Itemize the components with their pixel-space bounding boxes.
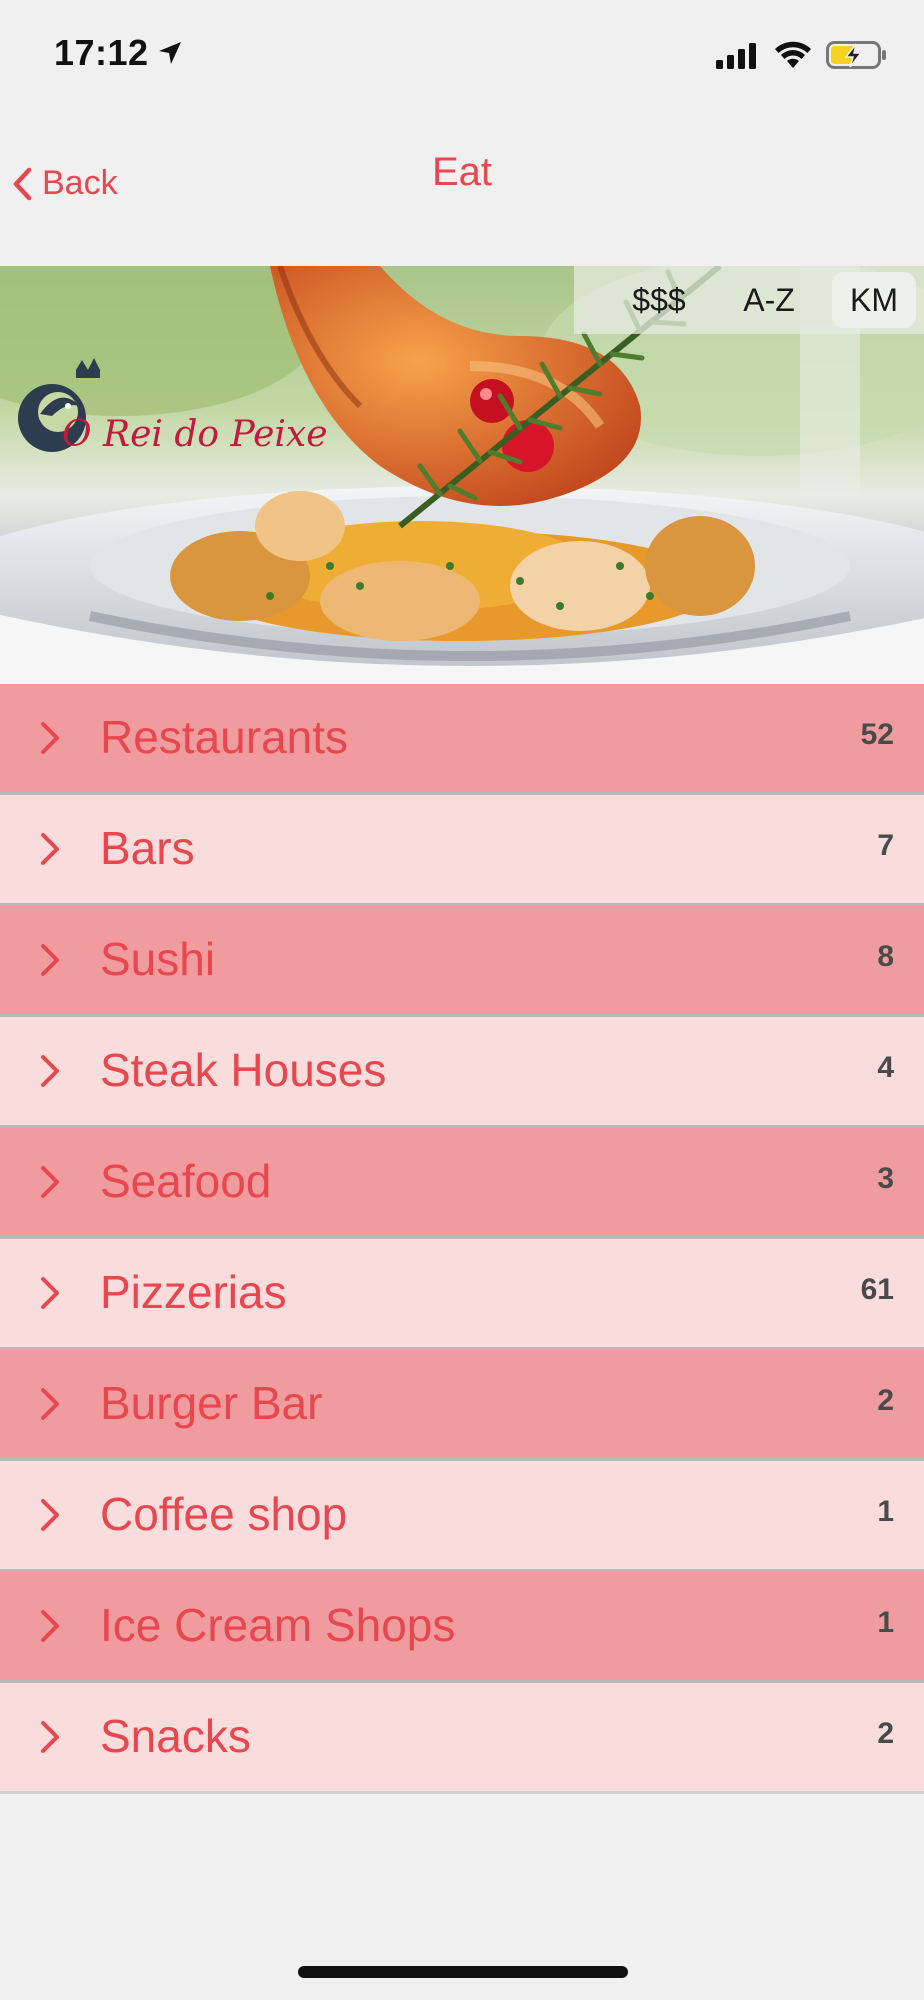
category-label: Burger Bar bbox=[100, 1377, 323, 1429]
location-arrow-icon bbox=[158, 42, 181, 64]
category-label: Seafood bbox=[100, 1155, 272, 1207]
wifi-icon bbox=[775, 41, 811, 68]
page-title: Eat bbox=[431, 150, 493, 194]
category-label: Pizzerias bbox=[100, 1266, 287, 1318]
category-count: 7 bbox=[877, 829, 894, 862]
category-count: 1 bbox=[877, 1495, 894, 1528]
navigation-bar: Back Eat bbox=[0, 110, 924, 266]
home-indicator[interactable] bbox=[298, 1966, 628, 1978]
chevron-right-icon bbox=[41, 1499, 59, 1531]
logo-text: O Rei do Peixe bbox=[62, 414, 328, 455]
category-row-seafood[interactable]: Seafood 3 bbox=[0, 1128, 924, 1239]
category-row-ice-cream-shops[interactable]: Ice Cream Shops 1 bbox=[0, 1572, 924, 1683]
status-icons bbox=[716, 40, 888, 70]
cellular-signal-icon bbox=[716, 43, 756, 69]
category-label: Restaurants bbox=[100, 711, 349, 763]
category-label: Steak Houses bbox=[100, 1044, 387, 1096]
category-row-pizzerias[interactable]: Pizzerias 61 bbox=[0, 1239, 924, 1350]
category-row-sushi[interactable]: Sushi 8 bbox=[0, 906, 924, 1017]
category-row-coffee-shop[interactable]: Coffee shop 1 bbox=[0, 1461, 924, 1572]
status-time: 17:12 bbox=[54, 32, 183, 74]
category-row-bars[interactable]: Bars 7 bbox=[0, 795, 924, 906]
category-count: 3 bbox=[877, 1162, 894, 1195]
category-label: Ice Cream Shops bbox=[100, 1599, 456, 1651]
category-count: 52 bbox=[860, 718, 894, 751]
hero-banner: O Rei do Peixe $$$ A-Z KM bbox=[0, 266, 924, 684]
status-time-text: 17:12 bbox=[54, 32, 149, 73]
chevron-right-icon bbox=[41, 1166, 59, 1198]
sort-distance-button[interactable]: KM bbox=[832, 272, 916, 328]
chevron-right-icon bbox=[41, 1721, 59, 1753]
category-label: Sushi bbox=[100, 933, 216, 985]
category-row-burger-bar[interactable]: Burger Bar 2 bbox=[0, 1350, 924, 1461]
chevron-right-icon bbox=[41, 1388, 59, 1420]
category-count: 1 bbox=[877, 1606, 894, 1639]
category-label: Bars bbox=[100, 822, 195, 874]
category-count: 2 bbox=[877, 1384, 894, 1417]
chevron-right-icon bbox=[41, 1610, 59, 1642]
category-count: 8 bbox=[877, 940, 894, 973]
category-list: Restaurants 52 Bars 7 Sushi 8 Steak Hous… bbox=[0, 684, 924, 1794]
category-count: 2 bbox=[877, 1717, 894, 1750]
category-label: Coffee shop bbox=[100, 1488, 348, 1540]
chevron-right-icon bbox=[41, 722, 59, 754]
category-count: 4 bbox=[877, 1051, 894, 1084]
category-row-snacks[interactable]: Snacks 2 bbox=[0, 1683, 924, 1794]
chevron-right-icon bbox=[41, 944, 59, 976]
sort-price-button[interactable]: $$$ bbox=[614, 272, 704, 328]
status-bar: 17:12 bbox=[0, 0, 924, 110]
battery-charging-icon bbox=[826, 41, 886, 69]
sort-bar: $$$ A-Z KM bbox=[574, 266, 924, 334]
chevron-right-icon bbox=[41, 833, 59, 865]
chevron-right-icon bbox=[41, 1277, 59, 1309]
category-row-steak-houses[interactable]: Steak Houses 4 bbox=[0, 1017, 924, 1128]
chevron-right-icon bbox=[41, 1055, 59, 1087]
category-row-restaurants[interactable]: Restaurants 52 bbox=[0, 684, 924, 795]
sort-alphabetical-button[interactable]: A-Z bbox=[724, 272, 814, 328]
category-count: 61 bbox=[860, 1273, 894, 1306]
category-label: Snacks bbox=[100, 1710, 251, 1762]
